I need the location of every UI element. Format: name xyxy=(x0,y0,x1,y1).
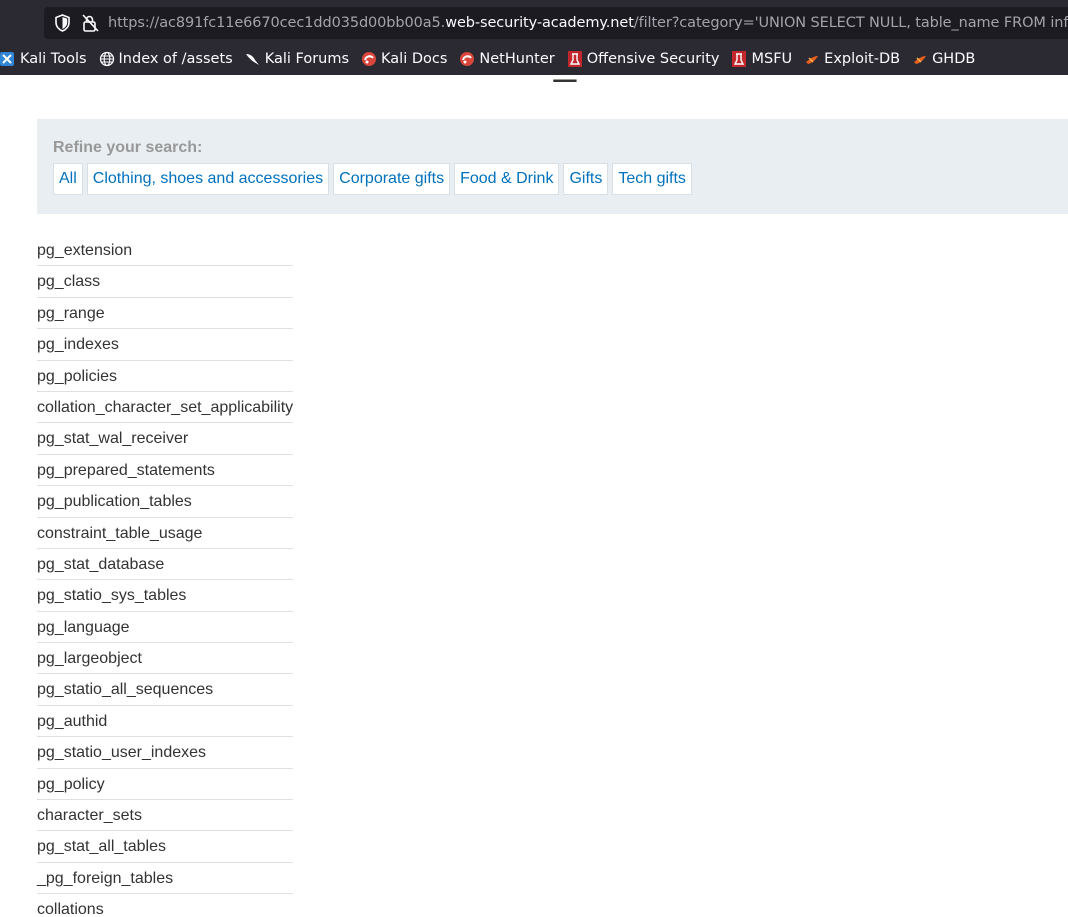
table-row: pg_stat_all_tables xyxy=(37,831,293,863)
lock-insecure-icon[interactable] xyxy=(80,13,100,33)
bookmark-label: Kali Docs xyxy=(381,51,448,67)
bookmark-label: NetHunter xyxy=(479,51,555,67)
table-row: pg_statio_all_sequences xyxy=(37,674,293,706)
bookmark-exploit-db[interactable]: Exploit-DB xyxy=(804,46,906,72)
kali-docs-icon xyxy=(460,52,475,66)
filters-panel: Refine your search: All Clothing, shoes … xyxy=(37,119,1068,214)
bookmark-kali-forums[interactable]: Kali Forums xyxy=(245,46,355,72)
offsec-icon xyxy=(732,51,747,67)
category-filter-list: All Clothing, shoes and accessories Corp… xyxy=(53,163,696,195)
table-row: constraint_table_usage xyxy=(37,518,293,549)
filter-all[interactable]: All xyxy=(53,163,83,195)
table-row: pg_stat_database xyxy=(37,549,293,581)
url-bar[interactable]: https://ac891fc11e6670cec1dd035d00bb00a5… xyxy=(44,7,1068,39)
globe-icon xyxy=(99,51,114,67)
bookmark-label: GHDB xyxy=(932,51,976,67)
table-row: pg_statio_sys_tables xyxy=(37,580,293,612)
url-text[interactable]: https://ac891fc11e6670cec1dd035d00bb00a5… xyxy=(108,14,1068,32)
filter-food-drink[interactable]: Food & Drink xyxy=(454,163,560,195)
bookmark-label: Kali Tools xyxy=(20,51,87,67)
bookmark-label: Exploit-DB xyxy=(824,51,901,67)
exploit-db-icon xyxy=(806,56,819,64)
bookmark-label: Offensive Security xyxy=(586,51,720,67)
offsec-icon xyxy=(567,51,582,67)
tracking-protection-shield-icon[interactable] xyxy=(54,14,71,32)
table-row: collations xyxy=(37,894,293,917)
table-row: pg_prepared_statements xyxy=(37,455,293,487)
table-row: pg_indexes xyxy=(37,329,293,361)
bookmark-msfu[interactable]: MSFU xyxy=(731,46,798,72)
bookmark-nethunter[interactable]: NetHunter xyxy=(459,46,560,72)
filter-gifts[interactable]: Gifts xyxy=(563,163,609,195)
refine-search-label: Refine your search: xyxy=(53,139,203,156)
table-row: collation_character_set_applicability xyxy=(37,392,293,424)
exploit-db-icon xyxy=(914,56,927,64)
table-row: pg_policy xyxy=(37,769,293,801)
table-row: pg_extension xyxy=(37,235,293,267)
url-path: /filter?category='UNION SELECT NULL, tab… xyxy=(633,15,1068,31)
filter-tech-gifts[interactable]: Tech gifts xyxy=(612,163,692,195)
table-row: pg_policies xyxy=(37,361,293,392)
kali-dragon-icon xyxy=(0,52,14,66)
browser-chrome: https://ac891fc11e6670cec1dd035d00bb00a5… xyxy=(0,0,1068,75)
url-domain: web-security-academy.net xyxy=(445,15,634,31)
bookmark-label: Kali Forums xyxy=(264,51,350,67)
filter-clothing[interactable]: Clothing, shoes and accessories xyxy=(86,163,330,195)
table-row: pg_statio_user_indexes xyxy=(37,737,293,769)
table-row: pg_publication_tables xyxy=(37,486,293,518)
table-row: _pg_foreign_tables xyxy=(37,863,293,895)
page-title: information_schema.tables xyxy=(356,75,834,85)
bookmark-label: MSFU xyxy=(751,51,793,67)
bookmark-ghdb[interactable]: GHDB xyxy=(912,46,981,72)
bookmark-kali-tools[interactable]: Kali Tools xyxy=(0,46,93,72)
table-row: pg_class xyxy=(37,266,293,298)
url-subdomain: ac891fc11e6670cec1dd035d00bb00a5. xyxy=(159,15,446,31)
bookmarks-toolbar: Kali Tools Index of /assets Kali Forums … xyxy=(0,46,981,72)
url-scheme: https:// xyxy=(108,15,160,31)
table-row: character_sets xyxy=(37,800,293,832)
bookmark-kali-docs[interactable]: Kali Docs xyxy=(361,46,453,72)
bookmark-index-of-assets[interactable]: Index of /assets xyxy=(99,46,239,72)
kali-docs-icon xyxy=(362,52,377,66)
kali-dragon-icon xyxy=(245,54,259,65)
table-row: pg_range xyxy=(37,298,293,330)
table-row: pg_language xyxy=(37,612,293,644)
page-viewport[interactable]: information_schema.tables Refine your se… xyxy=(0,75,1068,917)
table-row: pg_authid xyxy=(37,706,293,738)
table-row: pg_stat_wal_receiver xyxy=(37,423,293,455)
results-table: pg_extension pg_class pg_range pg_indexe… xyxy=(37,235,293,917)
filter-corporate-gifts[interactable]: Corporate gifts xyxy=(333,163,451,195)
bookmark-label: Index of /assets xyxy=(118,51,233,67)
bookmark-offensive-security[interactable]: Offensive Security xyxy=(567,46,726,72)
table-row: pg_largeobject xyxy=(37,643,293,675)
